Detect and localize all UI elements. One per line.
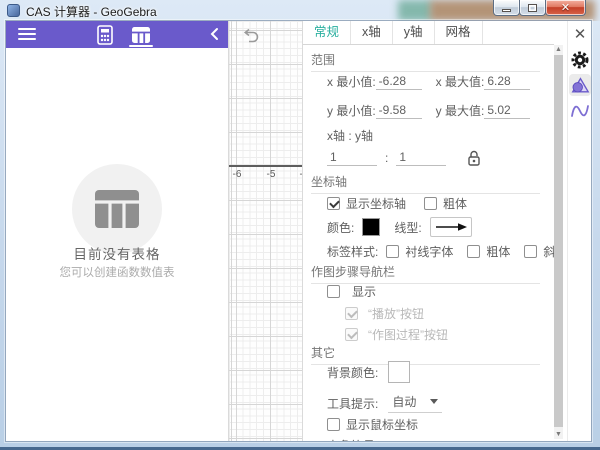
label-italic-checkbox[interactable]: [524, 245, 537, 258]
x-max-input[interactable]: 6.28: [484, 74, 530, 90]
minimize-button[interactable]: [493, 0, 520, 16]
serif-checkbox[interactable]: [386, 245, 399, 258]
x-axis-tick-label: -5: [267, 169, 276, 180]
play-button-checkbox: [345, 307, 358, 320]
window-close-button[interactable]: ✕: [545, 0, 586, 16]
background-color-swatch[interactable]: [388, 361, 410, 383]
empty-state-circle: [72, 164, 162, 254]
x-axis-tick-label: -6: [233, 169, 242, 180]
unlock-icon: [466, 149, 482, 167]
x-min-label: x 最小值:: [327, 73, 376, 90]
axes-color-swatch[interactable]: [362, 218, 380, 236]
section-range: 范围: [311, 51, 540, 72]
label-style-label: 标签样式:: [327, 243, 378, 260]
label-bold-checkbox[interactable]: [467, 245, 480, 258]
cas-view-button[interactable]: [92, 24, 118, 46]
tab-grid[interactable]: 网格: [435, 21, 483, 44]
view-header-bar: [6, 21, 228, 48]
scroll-up-arrow[interactable]: ▲: [554, 45, 563, 54]
mouse-coords-checkbox[interactable]: [327, 418, 340, 431]
window-client-area: 目前没有表格 您可以创建函数数值表 -6 -5 -4 常规 x轴 y轴 网格 范…: [6, 21, 591, 441]
ratio-separator: :: [385, 151, 388, 165]
background-color-label: 背景颜色:: [327, 364, 378, 381]
show-axes-checkbox[interactable]: [327, 197, 340, 210]
graphics-settings-button[interactable]: [569, 74, 591, 96]
close-icon: ✕: [561, 1, 570, 14]
right-angle-value: □: [392, 439, 398, 441]
empty-state-subtitle: 您可以创建函数数值表: [6, 264, 228, 280]
show-navbar-checkbox[interactable]: [327, 285, 340, 298]
y-min-label: y 最小值:: [327, 102, 376, 119]
section-axes: 坐标轴: [311, 173, 540, 194]
right-angle-label: 直角符号:: [327, 437, 378, 441]
collapse-panel-button[interactable]: [209, 27, 223, 43]
play-button-label: “播放”按钮: [368, 305, 424, 322]
tooltip-label: 工具提示:: [327, 395, 378, 412]
desktop-glass-blur: [398, 0, 432, 21]
ratio-y-input[interactable]: 1: [396, 150, 446, 166]
section-navigation-bar: 作图步骤导航栏: [311, 263, 540, 284]
app-icon: [7, 4, 20, 17]
maximize-button[interactable]: [519, 0, 546, 16]
serif-label: 衬线字体: [405, 243, 453, 260]
dropdown-arrow-icon: [430, 399, 438, 404]
tab-general[interactable]: 常规: [303, 21, 351, 44]
x-min-input[interactable]: -6.28: [376, 74, 422, 90]
graphics-view-icon: [570, 75, 590, 95]
global-settings-button[interactable]: [569, 49, 591, 71]
table-icon: [131, 26, 151, 44]
table-icon: [94, 189, 140, 229]
settings-panel: 常规 x轴 y轴 网格 范围 x 最小值: -6.28 x 最大值: 6.28 …: [302, 21, 554, 441]
graphics-view[interactable]: -6 -5 -4: [228, 21, 302, 441]
tab-y-axis[interactable]: y轴: [393, 21, 435, 44]
maximize-icon: [528, 4, 537, 12]
function-tools-button[interactable]: [569, 100, 591, 122]
chevron-left-icon: [209, 27, 219, 41]
protocol-button-checkbox: [345, 328, 358, 341]
line-style-label: 线型:: [394, 219, 421, 236]
axes-bold-checkbox[interactable]: [424, 197, 437, 210]
axes-color-label: 颜色:: [327, 219, 354, 236]
arrow-line-style-icon: [434, 221, 468, 233]
calculator-icon: [97, 25, 113, 45]
x-axis: [229, 165, 302, 167]
active-view-indicator: [129, 45, 153, 47]
axes-bold-label: 粗体: [443, 195, 467, 212]
line-style-dropdown[interactable]: [430, 217, 472, 237]
ratio-x-input[interactable]: 1: [327, 150, 377, 166]
table-view-panel: 目前没有表格 您可以创建函数数值表: [6, 21, 228, 441]
lock-ratio-button[interactable]: [466, 149, 482, 167]
undo-icon: [241, 28, 259, 43]
y-max-label: y 最大值:: [436, 102, 485, 119]
table-view-button[interactable]: [128, 24, 154, 46]
settings-tabs: 常规 x轴 y轴 网格: [303, 21, 554, 45]
axis-ratio-label: x轴 : y轴: [327, 127, 373, 144]
empty-state-title: 目前没有表格: [6, 243, 228, 263]
tooltip-value: 自动: [392, 393, 416, 410]
menu-button[interactable]: [18, 28, 36, 41]
undo-button[interactable]: [241, 28, 259, 48]
scrollbar-thumb[interactable]: [554, 55, 563, 427]
label-bold-label: 粗体: [486, 243, 510, 260]
show-navbar-label: 显示: [352, 283, 376, 300]
minimize-icon: [502, 9, 511, 12]
show-axes-label: 显示坐标轴: [346, 195, 406, 212]
mouse-coords-label: 显示鼠标坐标: [346, 416, 418, 433]
protocol-button-label: “作图过程”按钮: [368, 326, 448, 343]
scroll-down-arrow[interactable]: ▼: [554, 430, 563, 439]
right-toolbar: ✕: [567, 21, 591, 441]
right-angle-dropdown[interactable]: □: [388, 439, 424, 441]
close-settings-button[interactable]: ✕: [569, 23, 591, 45]
tooltip-dropdown[interactable]: 自动: [388, 393, 442, 413]
window-title: CAS 计算器 - GeoGebra: [26, 3, 157, 20]
tab-x-axis[interactable]: x轴: [351, 21, 393, 44]
settings-scrollbar[interactable]: ▲ ▼: [554, 45, 563, 439]
y-min-input[interactable]: -9.58: [376, 103, 422, 119]
x-max-label: x 最大值:: [436, 73, 485, 90]
title-bar: CAS 计算器 - GeoGebra ✕: [0, 0, 600, 21]
y-max-input[interactable]: 5.02: [484, 103, 530, 119]
function-curve-icon: [570, 101, 590, 121]
label-italic-label: 斜体: [543, 243, 554, 260]
gear-icon: [570, 50, 590, 70]
